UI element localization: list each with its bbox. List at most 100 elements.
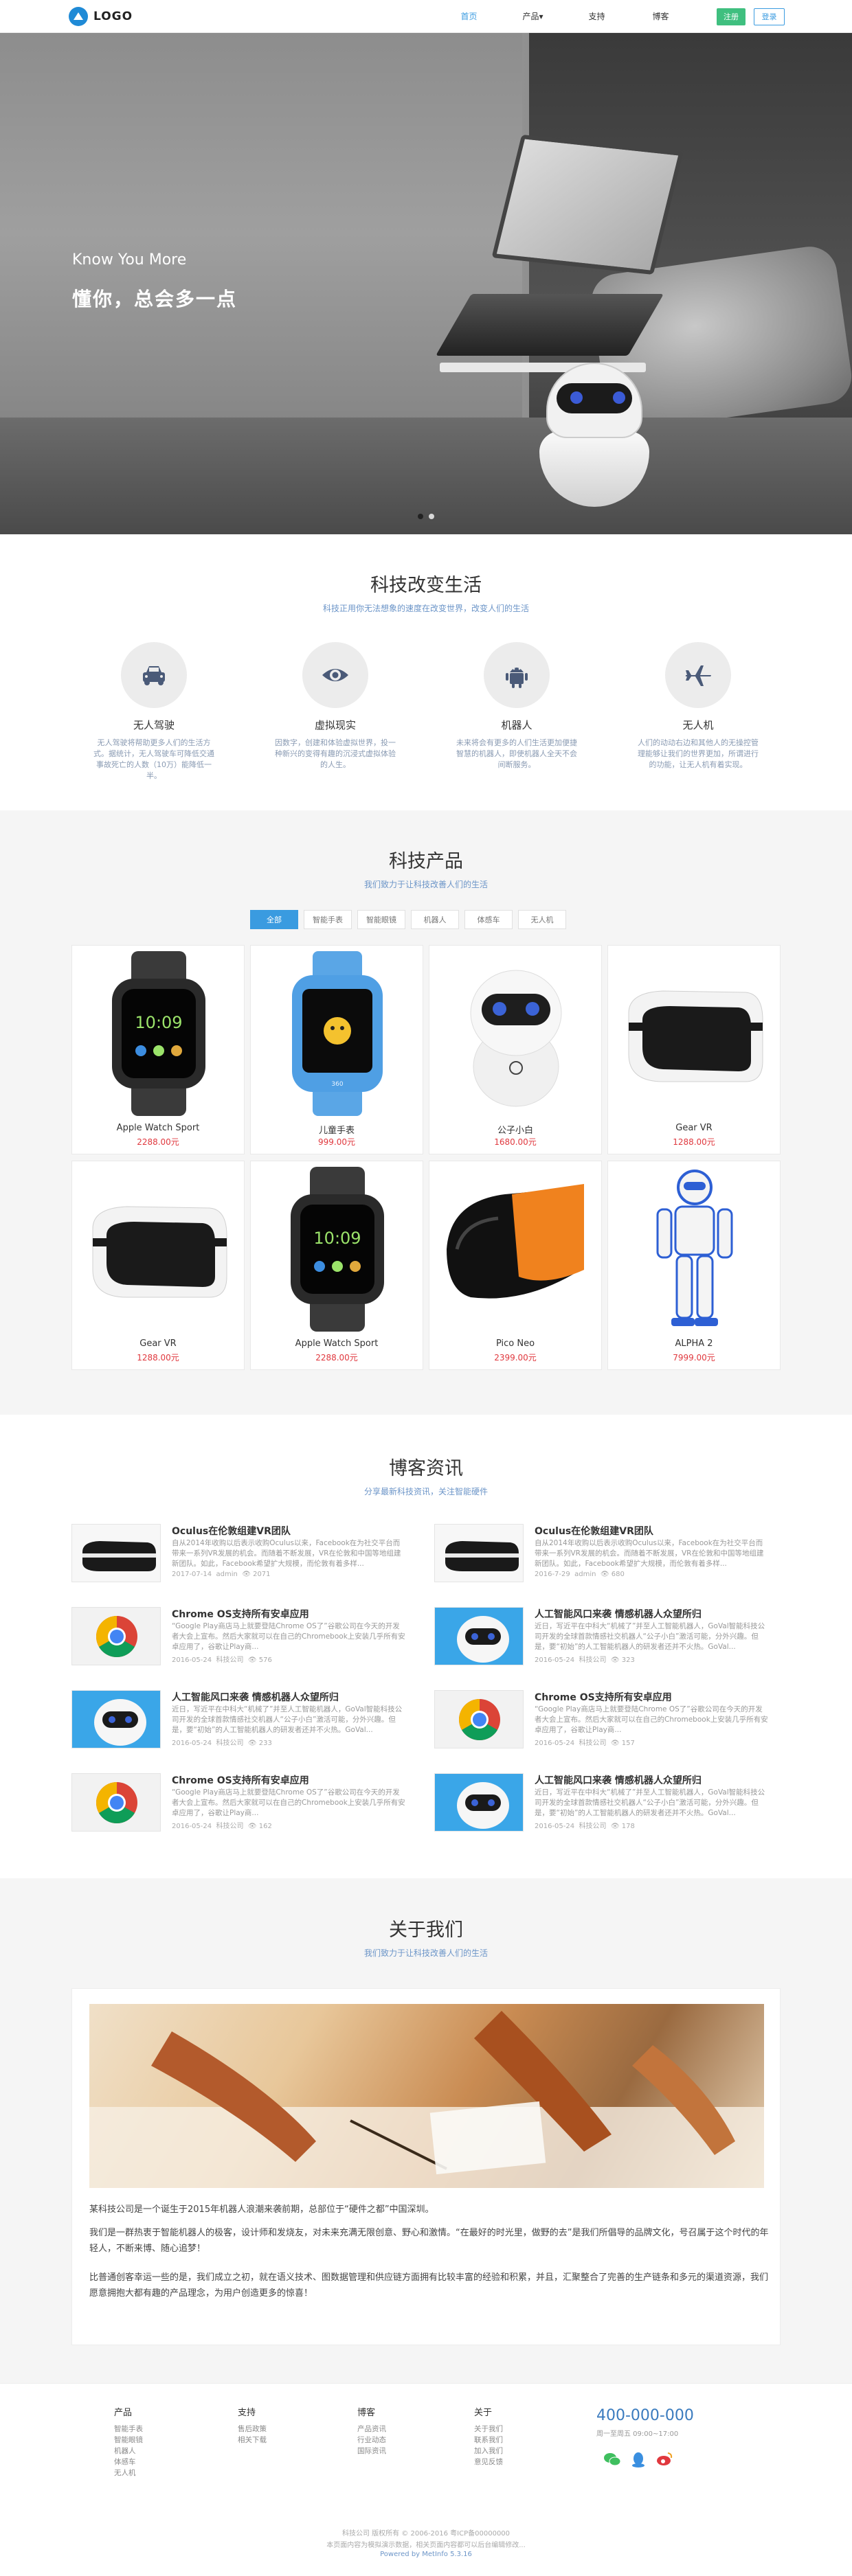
- blog-post-title[interactable]: Oculus在伦敦组建VR团队: [172, 1524, 291, 1538]
- product-name: Pico Neo: [495, 1338, 535, 1349]
- blog-post[interactable]: Oculus在伦敦组建VR团队 自从2014年收购以后表示收购Oculus以来，F…: [434, 1524, 767, 1593]
- pico-neo-image: [447, 1184, 584, 1299]
- nav-support[interactable]: 支持: [565, 0, 629, 33]
- carousel-dot[interactable]: [429, 514, 434, 519]
- product-card[interactable]: 公子小白 1680.00元: [429, 945, 602, 1154]
- blog-post-title[interactable]: Oculus在伦敦组建VR团队: [535, 1524, 653, 1538]
- product-card[interactable]: Pico Neo 2399.00元: [429, 1161, 602, 1370]
- carousel-dot[interactable]: [418, 514, 423, 519]
- blog-thumbnail[interactable]: [71, 1524, 161, 1582]
- blog-thumbnail[interactable]: [71, 1690, 161, 1748]
- eye-icon: 👁: [242, 1571, 251, 1578]
- footer-link[interactable]: 体感车: [114, 2457, 197, 2467]
- blog-post-author: 科技公司: [216, 1656, 244, 1664]
- footer-col-about: 关于 关于我们 联系我们 加入我们 意见反馈: [474, 2405, 557, 2467]
- nav-blog[interactable]: 博客: [629, 0, 693, 33]
- wechat-icon[interactable]: [603, 2450, 621, 2468]
- blog-post-title[interactable]: 人工智能风口来袭 情感机器人众望所归: [535, 1773, 702, 1787]
- footer-col-products: 产品 智能手表 智能眼镜 机器人 体感车 无人机: [114, 2405, 197, 2478]
- blog-post-title[interactable]: Chrome OS支持所有安卓应用: [172, 1607, 309, 1621]
- product-card[interactable]: 10:09 Apple Watch Sport 2288.00元: [250, 1161, 423, 1370]
- product-price: 7999.00元: [673, 1353, 715, 1363]
- blog-post-title[interactable]: Chrome OS支持所有安卓应用: [535, 1690, 672, 1704]
- blog-post-excerpt: “Google Play商店马上就要登陆Chrome OS了”谷歌公司在今天的开…: [172, 1788, 405, 1817]
- blog-post[interactable]: Oculus在伦敦组建VR团队 自从2014年收购以后表示收购Oculus以来，F…: [71, 1524, 405, 1593]
- tab-glasses[interactable]: 智能眼镜: [357, 910, 405, 929]
- footer-link[interactable]: 产品资讯: [357, 2424, 440, 2435]
- footer-link[interactable]: 加入我们: [474, 2446, 557, 2457]
- login-button[interactable]: 登录: [754, 8, 785, 25]
- top-navbar: LOGO 首页 产品▾ 支持 博客 关于 注册 登录: [0, 0, 852, 33]
- nav-products[interactable]: 产品▾: [501, 0, 565, 33]
- blog-thumbnail[interactable]: [71, 1607, 161, 1665]
- blog-thumbnail[interactable]: [434, 1773, 524, 1832]
- weibo-icon[interactable]: [655, 2450, 673, 2468]
- qq-icon[interactable]: [629, 2450, 647, 2468]
- footer-link[interactable]: 意见反馈: [474, 2457, 557, 2467]
- footer-link[interactable]: 机器人: [114, 2446, 197, 2457]
- blog-post-meta: 2017-07-14 admin 👁 2071: [172, 1571, 271, 1578]
- feature-autonomous: 无人驾驶 无人驾驶将帮助更多人们的生活方式。据统计，无人驾驶车可降低交通事故死亡…: [85, 642, 223, 782]
- product-price: 2288.00元: [137, 1137, 179, 1147]
- footer-link[interactable]: 行业动态: [357, 2435, 440, 2446]
- blog-post[interactable]: Chrome OS支持所有安卓应用 “Google Play商店马上就要登陆Chr…: [434, 1690, 768, 1759]
- blog-post[interactable]: Chrome OS支持所有安卓应用 “Google Play商店马上就要登陆Chr…: [71, 1773, 405, 1842]
- blog-post-author: 科技公司: [216, 1823, 244, 1830]
- feature-title: 无人驾驶: [133, 719, 175, 731]
- product-card[interactable]: 10:09 Apple Watch Sport 2288.00元: [71, 945, 245, 1154]
- footer-link[interactable]: 国际资讯: [357, 2446, 440, 2457]
- feature-desc: 未来将会有更多的人们生活更加便捷智慧的机器人，即使机器人全天不会间断服务。: [456, 738, 577, 769]
- products-subtitle: 我们致力于让科技改善人们的生活: [363, 880, 488, 889]
- nav-home[interactable]: 首页: [437, 0, 501, 33]
- blog-post-date: 2017-07-14: [172, 1571, 212, 1578]
- logo-text: LOGO: [93, 10, 133, 23]
- logo[interactable]: LOGO: [69, 7, 133, 26]
- blog-thumbnail[interactable]: [71, 1773, 161, 1832]
- footer-link[interactable]: 关于我们: [474, 2424, 557, 2435]
- about-title: 关于我们: [389, 1919, 463, 1941]
- blog-post[interactable]: Chrome OS支持所有安卓应用 “Google Play商店马上就要登陆Chr…: [71, 1607, 405, 1676]
- tab-watch[interactable]: 智能手表: [304, 910, 352, 929]
- blog-post[interactable]: 人工智能风口来袭 情感机器人众望所归 近日，写近平在中科大“机械了”并至人工智能机…: [71, 1690, 405, 1759]
- feature-vr: 虚拟现实 因数字，创建和体验虚拟世界，投一种新兴的变得有趣的沉浸式虚拟体验的人生…: [267, 642, 404, 771]
- footer-link[interactable]: 联系我们: [474, 2435, 557, 2446]
- product-card[interactable]: 360 儿童手表 999.00元: [250, 945, 423, 1154]
- product-card[interactable]: ALPHA 2 7999.00元: [607, 1161, 781, 1370]
- footer-link[interactable]: 相关下载: [238, 2435, 320, 2446]
- blog-post-title[interactable]: Chrome OS支持所有安卓应用: [172, 1773, 309, 1787]
- carousel-dots: [418, 514, 434, 519]
- blog-post[interactable]: 人工智能风口来袭 情感机器人众望所归 近日，写近平在中科大“机械了”并至人工智能机…: [434, 1773, 767, 1842]
- footer-link[interactable]: 智能眼镜: [114, 2435, 197, 2446]
- product-name: Gear VR: [675, 1123, 713, 1133]
- eye-icon: 👁: [610, 1823, 620, 1830]
- blog-post-title[interactable]: 人工智能风口来袭 情感机器人众望所归: [535, 1607, 702, 1621]
- hero-tagline-en: Know You More: [72, 251, 187, 269]
- android-icon: [484, 642, 550, 708]
- product-name: Apple Watch Sport: [116, 1123, 200, 1133]
- tab-robot[interactable]: 机器人: [411, 910, 459, 929]
- product-name: ALPHA 2: [675, 1338, 713, 1349]
- blog-thumbnail[interactable]: [434, 1690, 524, 1748]
- plane-icon: [665, 642, 731, 708]
- tab-drone[interactable]: 无人机: [518, 910, 566, 929]
- blog-post-views: 178: [621, 1823, 635, 1830]
- powered-by[interactable]: Powered by MetInfo 5.3.16: [0, 2551, 852, 2558]
- blog-thumbnail[interactable]: [434, 1607, 524, 1665]
- eye-icon: 👁: [247, 1656, 257, 1664]
- footer-link[interactable]: 智能手表: [114, 2424, 197, 2435]
- product-card[interactable]: Gear VR 1288.00元: [71, 1161, 245, 1370]
- blog-post-title[interactable]: 人工智能风口来袭 情感机器人众望所归: [172, 1690, 339, 1704]
- copyright: 科技公司 版权所有 © 2006-2016 粤ICP备00000000: [341, 2530, 511, 2538]
- tab-all[interactable]: 全部: [250, 910, 298, 929]
- product-name: Gear VR: [139, 1338, 177, 1349]
- blog-post-date: 2016-05-24: [172, 1740, 212, 1747]
- blog-post[interactable]: 人工智能风口来袭 情感机器人众望所归 近日，写近平在中科大“机械了”并至人工智能机…: [434, 1607, 767, 1676]
- footer-link[interactable]: 售后政策: [238, 2424, 320, 2435]
- product-card[interactable]: Gear VR 1288.00元: [607, 945, 781, 1154]
- eye-icon: 👁: [600, 1571, 609, 1578]
- footer-link[interactable]: 无人机: [114, 2467, 197, 2478]
- tab-balance-car[interactable]: 体感车: [464, 910, 513, 929]
- blog-thumbnail[interactable]: [434, 1524, 524, 1582]
- svg-text:10:09: 10:09: [135, 1013, 182, 1032]
- register-button[interactable]: 注册: [717, 8, 746, 25]
